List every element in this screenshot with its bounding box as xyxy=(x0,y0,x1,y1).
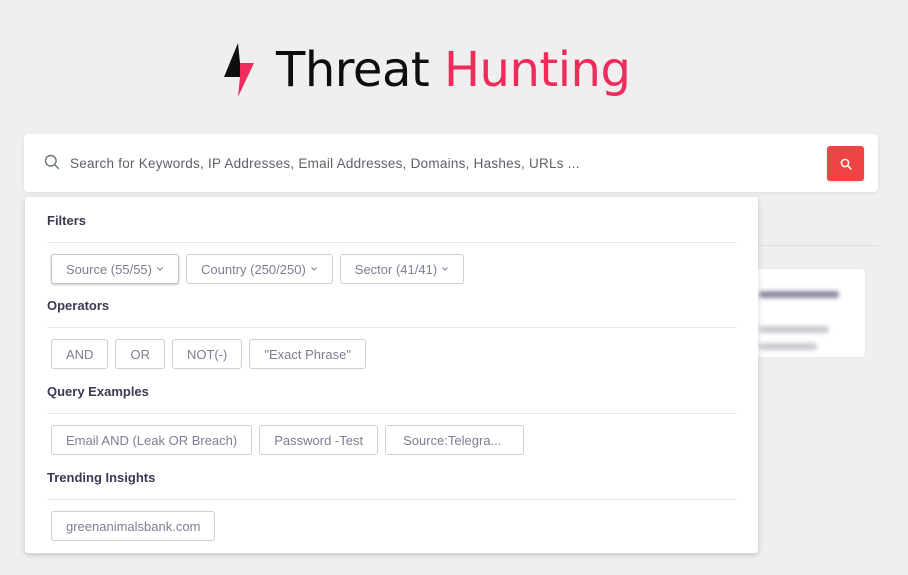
section-title: Query Examples xyxy=(47,384,149,399)
divider xyxy=(47,499,737,500)
divider xyxy=(47,413,737,414)
background-result-card xyxy=(740,268,866,358)
threat-hunting-page: Threat Hunting Filters So xyxy=(0,0,908,575)
operators-section: Operators AND OR NOT(-) "Exact Phrase" xyxy=(47,296,737,369)
blurred-text xyxy=(759,291,839,298)
chip-label: Source (55/55) xyxy=(66,261,152,277)
country-filter-dropdown[interactable]: Country (250/250) xyxy=(186,254,333,284)
filters-section: Filters Source (55/55) Country (250/250)… xyxy=(47,211,737,284)
sector-filter-dropdown[interactable]: Sector (41/41) xyxy=(339,254,465,284)
background-divider xyxy=(758,245,878,246)
logo: Threat Hunting xyxy=(224,38,631,102)
search-input[interactable] xyxy=(70,148,830,178)
section-title: Filters xyxy=(47,213,87,228)
operator-or-chip[interactable]: OR xyxy=(115,339,165,369)
search-bar xyxy=(24,134,878,192)
lightning-bolt-icon xyxy=(224,43,254,97)
section-title: Trending Insights xyxy=(47,470,156,485)
chevron-down-icon xyxy=(310,267,317,271)
search-button[interactable] xyxy=(827,146,864,181)
trending-insights-section: Trending Insights greenanimalsbank.com xyxy=(47,468,737,541)
app-title: Threat Hunting xyxy=(276,38,631,102)
chip-label: Sector (41/41) xyxy=(354,261,438,277)
query-example-chip[interactable]: Password -Test xyxy=(259,425,379,455)
section-title: Operators xyxy=(47,298,110,313)
blurred-text xyxy=(759,326,829,333)
search-icon xyxy=(840,158,852,170)
app-title-part1: Threat xyxy=(276,42,430,98)
blurred-text xyxy=(759,343,817,350)
app-title-part2: Hunting xyxy=(443,42,631,98)
search-suggestions-dropdown: Filters Source (55/55) Country (250/250)… xyxy=(25,197,758,553)
source-filter-dropdown[interactable]: Source (55/55) xyxy=(51,254,179,284)
divider xyxy=(47,327,737,328)
operator-not-chip[interactable]: NOT(-) xyxy=(171,339,243,369)
query-example-chip[interactable]: Source:Telegra... xyxy=(385,425,525,455)
chevron-down-icon xyxy=(442,267,449,271)
divider xyxy=(47,242,737,243)
search-icon xyxy=(44,154,60,170)
query-examples-section: Query Examples Email AND (Leak OR Breach… xyxy=(47,382,737,455)
chevron-down-icon xyxy=(157,267,163,271)
trending-insight-chip[interactable]: greenanimalsbank.com xyxy=(51,511,216,541)
operator-and-chip[interactable]: AND xyxy=(51,339,109,369)
query-example-chip[interactable]: Email AND (Leak OR Breach) xyxy=(51,425,253,455)
chip-label: Country (250/250) xyxy=(201,261,306,277)
operator-exact-phrase-chip[interactable]: "Exact Phrase" xyxy=(249,339,366,369)
